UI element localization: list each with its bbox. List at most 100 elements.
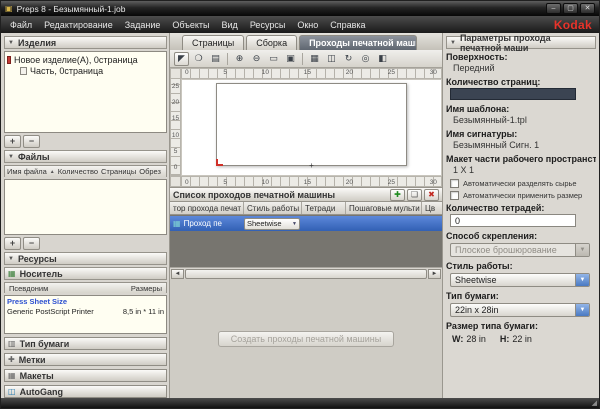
select-tool-icon[interactable]: ◤	[174, 52, 189, 66]
menu-item-view[interactable]: Вид	[216, 18, 244, 32]
tab-assembly[interactable]: Сборка	[246, 35, 297, 50]
auto-size-checkbox[interactable]	[450, 191, 459, 200]
files-col-name[interactable]: Имя файла	[7, 167, 47, 176]
tab-pages[interactable]: Страницы	[182, 35, 244, 50]
resize-grip-icon[interactable]: ◢	[592, 399, 597, 407]
section-count-input[interactable]: 0	[450, 214, 576, 227]
work-style-select[interactable]: Sheetwise ▼	[450, 273, 590, 287]
column-sections[interactable]: Тетради	[302, 202, 346, 214]
column-color[interactable]: Цв	[422, 202, 442, 214]
zoom-in-icon[interactable]: ⊕	[232, 52, 247, 66]
add-product-button[interactable]: +	[4, 135, 21, 148]
menu-item-job[interactable]: Задание	[119, 18, 167, 32]
marks-section-button[interactable]: ✚ Метки	[4, 353, 167, 366]
menu-item-objects[interactable]: Объекты	[166, 18, 215, 32]
ruler-top: 0 5 10 15 20 25 30	[181, 68, 442, 79]
scroll-left-icon[interactable]: ◄	[171, 269, 184, 279]
page-count-label: Количество страниц:	[446, 77, 596, 87]
fit-page-icon[interactable]: ▣	[283, 52, 298, 66]
page-tool-icon[interactable]: ▤	[208, 52, 223, 66]
app-window: ▣ Preps 8 - Безымянный-1.job – ▢ ✕ Файл …	[0, 0, 600, 409]
files-column-header[interactable]: Имя файла ▲ Количество Страницы Обрез	[4, 165, 167, 177]
templates-icon: ▦	[8, 371, 16, 380]
zoom-out-icon[interactable]: ⊖	[249, 52, 264, 66]
product-label: Новое изделие(A), 0страница	[14, 55, 138, 65]
remove-file-button[interactable]: −	[23, 237, 40, 250]
column-step-multi[interactable]: Пошаговые мульти	[346, 202, 422, 214]
binding-style-select[interactable]: Плоское брошюрование ▼	[450, 243, 590, 257]
press-run-icon: ▦	[173, 219, 181, 228]
files-section-header[interactable]: ▼ Файлы	[4, 150, 167, 163]
paper-size-values: W:28 in H:22 in	[452, 334, 596, 344]
column-press-run-id[interactable]: тор прохода печат	[170, 202, 244, 214]
resources-col-sizes[interactable]: Размеры	[131, 284, 162, 293]
scroll-right-icon[interactable]: ►	[428, 269, 441, 279]
duplicate-press-run-button[interactable]: ❏	[407, 189, 422, 201]
media-label: Носитель	[20, 269, 63, 279]
printer-size: 8,5 in * 11 in	[123, 307, 164, 317]
table-row-press-run[interactable]: ▦ Проход пе Sheetwise ▼	[170, 216, 442, 231]
remove-product-button[interactable]: −	[23, 135, 40, 148]
tree-item-part[interactable]: Часть, 0страница	[7, 65, 164, 76]
list-item-press-sheet-size[interactable]: Press Sheet Size	[7, 297, 164, 307]
pan-tool-icon[interactable]: ❍	[191, 52, 206, 66]
resources-col-alias[interactable]: Псевдоним	[9, 284, 48, 293]
autogang-section-button[interactable]: ◫ AutoGang	[4, 385, 167, 398]
ruler-tick-label: 15	[304, 179, 311, 186]
menu-item-resources[interactable]: Ресурсы	[244, 18, 292, 32]
press-run-name: Проход пе	[184, 219, 222, 228]
grid-icon[interactable]: ▦	[307, 52, 322, 66]
press-run-params-title: Параметры прохода печатной маши	[460, 33, 592, 53]
horizontal-scrollbar[interactable]: ◄ ►	[170, 267, 442, 279]
press-sheet-view[interactable]: +	[181, 79, 442, 176]
chevron-down-icon: ▼	[575, 274, 589, 286]
printer-name: Generic PostScript Printer	[7, 307, 94, 317]
measure-icon[interactable]: ◎	[358, 52, 373, 66]
resources-section-header[interactable]: ▼ Ресурсы	[4, 252, 167, 265]
preview-icon[interactable]: ◧	[375, 52, 390, 66]
ruler-tick-label: 10	[262, 179, 269, 186]
resources-column-header[interactable]: Псевдоним Размеры	[4, 282, 167, 293]
media-section-button[interactable]: ▦ Носитель	[4, 267, 167, 280]
workspace-layout-value: 1 X 1	[446, 164, 596, 176]
rotate-icon[interactable]: ↻	[341, 52, 356, 66]
scrollbar-thumb[interactable]	[185, 269, 427, 279]
files-col-count[interactable]: Количество	[58, 167, 98, 176]
maximize-button[interactable]: ▢	[563, 3, 578, 14]
chevron-down-icon: ▼	[575, 304, 589, 316]
paper-type-select[interactable]: 22in x 28in ▼	[450, 303, 590, 317]
page-count-field[interactable]	[450, 88, 576, 100]
menu-item-edit[interactable]: Редактирование	[38, 18, 119, 32]
press-sheet-page[interactable]: +	[216, 83, 408, 167]
minimize-button[interactable]: –	[546, 3, 561, 14]
ruler-tick-label: 20	[346, 179, 353, 186]
auto-size-checkbox-row[interactable]: Автоматически применить размер	[450, 191, 596, 200]
work-style-dropdown[interactable]: Sheetwise ▼	[244, 218, 300, 230]
files-col-pages[interactable]: Страницы	[101, 167, 136, 176]
add-press-run-button[interactable]: ✚	[390, 189, 405, 201]
press-run-name-cell[interactable]: ▦ Проход пе	[170, 219, 244, 228]
add-file-button[interactable]: +	[4, 237, 21, 250]
fit-width-icon[interactable]: ▭	[266, 52, 281, 66]
guides-icon[interactable]: ◫	[324, 52, 339, 66]
list-item-generic-printer[interactable]: Generic PostScript Printer 8,5 in * 11 i…	[7, 307, 164, 317]
menu-item-window[interactable]: Окно	[291, 18, 324, 32]
auto-split-checkbox-row[interactable]: Автоматически разделять сырье	[450, 179, 596, 188]
title-bar[interactable]: ▣ Preps 8 - Безымянный-1.job – ▢ ✕	[1, 1, 599, 16]
close-button[interactable]: ✕	[580, 3, 595, 14]
column-work-style[interactable]: Стиль работы	[244, 202, 302, 214]
files-list[interactable]	[4, 179, 167, 235]
menu-item-file[interactable]: Файл	[4, 18, 38, 32]
delete-press-run-button[interactable]: ✖	[424, 189, 439, 201]
press-run-params-header[interactable]: ▼ Параметры прохода печатной маши	[446, 36, 596, 49]
auto-split-checkbox[interactable]	[450, 179, 459, 188]
paper-type-section-button[interactable]: ▥ Тип бумаги	[4, 337, 167, 350]
tree-item-product[interactable]: Новое изделие(A), 0страница	[7, 54, 164, 65]
products-section-header[interactable]: ▼ Изделия	[4, 36, 167, 49]
main-content: ▼ Изделия Новое изделие(A), 0страница Ча…	[1, 33, 599, 398]
tab-press-runs[interactable]: Проходы печатной маши	[299, 35, 417, 50]
templates-section-button[interactable]: ▦ Макеты	[4, 369, 167, 382]
create-press-runs-button[interactable]: Создать проходы печатной машины	[218, 331, 395, 347]
menu-item-help[interactable]: Справка	[324, 18, 371, 32]
files-col-trim[interactable]: Обрез	[139, 167, 161, 176]
